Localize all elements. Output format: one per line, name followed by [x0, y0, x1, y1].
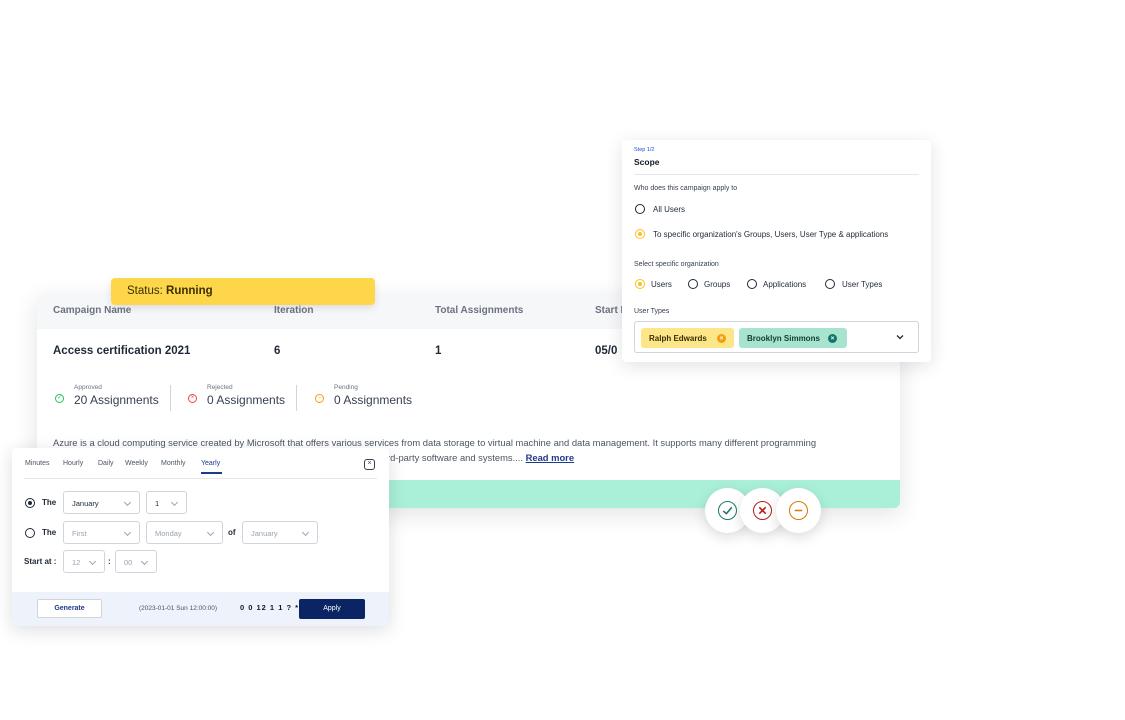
- x-circle-icon: ×: [188, 394, 197, 403]
- campaign-total: 1: [435, 345, 442, 357]
- remove-chip-icon[interactable]: ×: [828, 334, 837, 343]
- tab-monthly[interactable]: Monthly: [161, 460, 186, 467]
- tab-daily[interactable]: Daily: [98, 460, 114, 467]
- chevron-down-icon: [206, 528, 215, 537]
- chip-brooklyn-simmons: Brooklyn Simmons ×: [739, 328, 847, 348]
- chevron-down-icon: [140, 557, 149, 566]
- cron-expression: 0 0 12 1 1 ? *: [240, 603, 300, 612]
- remove-chip-icon[interactable]: ×: [717, 334, 726, 343]
- header-iteration: Iteration: [274, 305, 314, 316]
- radio-the-ordinal-weekday[interactable]: [25, 528, 35, 538]
- chevron-down-icon: [88, 557, 97, 566]
- check-icon: [718, 501, 737, 520]
- option-specific-org-label: To specific organization's Groups, Users…: [653, 230, 889, 239]
- scope-panel: Step 1/2 Scope Who does this campaign ap…: [622, 140, 931, 362]
- user-types-label: User Types: [634, 308, 670, 315]
- ordinal-select[interactable]: First: [63, 521, 140, 544]
- radio-the-month-day[interactable]: [25, 498, 35, 508]
- chevron-down-icon: [301, 528, 310, 537]
- tab-weekly[interactable]: Weekly: [125, 460, 148, 467]
- divider: [24, 478, 377, 479]
- check-circle-icon: ✓: [55, 394, 64, 403]
- campaign-iteration: 6: [274, 345, 281, 357]
- active-tab-indicator: [201, 472, 222, 474]
- tab-minutes[interactable]: Minutes: [25, 460, 50, 467]
- chevron-down-icon: [170, 498, 179, 507]
- minus-circle-icon: −: [315, 394, 324, 403]
- status-badge: Status: Running: [111, 278, 375, 305]
- tab-yearly[interactable]: Yearly: [201, 460, 220, 467]
- chevron-down-icon: [123, 498, 132, 507]
- hour-select[interactable]: 12: [63, 550, 105, 573]
- chevron-down-icon: [123, 528, 132, 537]
- minus-icon: [789, 501, 808, 520]
- chip-ralph-edwards: Ralph Edwards ×: [641, 328, 734, 348]
- schedule-preview: (2023-01-01 Sun 12:00:00): [139, 605, 218, 612]
- header-total-assignments: Total Assignments: [435, 305, 524, 316]
- option-all-users-label: All Users: [653, 205, 686, 214]
- month-select[interactable]: January: [63, 491, 140, 514]
- step-indicator: Step 1/2: [634, 147, 655, 153]
- select-org-label: Select specific organization: [634, 261, 719, 268]
- x-icon: [753, 501, 772, 520]
- divider: [170, 385, 171, 411]
- radio-applications[interactable]: [747, 279, 757, 289]
- read-more-link[interactable]: Read more: [526, 452, 574, 463]
- close-icon[interactable]: ×: [364, 459, 375, 470]
- radio-specific-org[interactable]: [635, 229, 645, 239]
- radio-groups[interactable]: [688, 279, 698, 289]
- campaign-name: Access certification 2021: [53, 345, 191, 357]
- of-month-select[interactable]: January: [242, 521, 318, 544]
- radio-user-types[interactable]: [825, 279, 835, 289]
- minute-select[interactable]: 00: [115, 550, 157, 573]
- campaign-start: 05/0: [595, 345, 618, 357]
- weekday-select[interactable]: Monday: [146, 521, 223, 544]
- divider: [296, 385, 297, 411]
- radio-users[interactable]: [635, 279, 645, 289]
- status-value: Running: [166, 285, 213, 297]
- schedule-panel: Minutes Hourly Daily Weekly Monthly Year…: [12, 448, 389, 626]
- header-campaign-name: Campaign Name: [53, 305, 132, 316]
- apply-button[interactable]: Apply: [299, 599, 365, 619]
- tab-hourly[interactable]: Hourly: [63, 460, 83, 467]
- pending-action-button[interactable]: [776, 488, 821, 533]
- radio-all-users[interactable]: [635, 204, 645, 214]
- chevron-down-icon[interactable]: [896, 333, 904, 341]
- start-at-label: Start at :: [24, 557, 57, 566]
- generate-button[interactable]: Generate: [37, 599, 102, 618]
- user-types-select[interactable]: Ralph Edwards × Brooklyn Simmons ×: [634, 321, 919, 353]
- day-select[interactable]: 1: [146, 491, 187, 514]
- scope-title: Scope: [634, 157, 660, 167]
- divider: [634, 174, 919, 175]
- apply-question: Who does this campaign apply to: [634, 185, 738, 192]
